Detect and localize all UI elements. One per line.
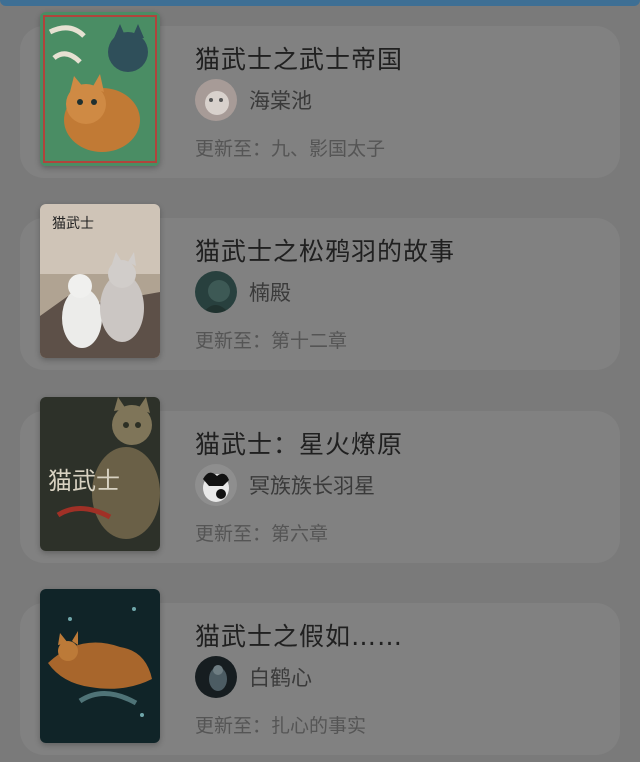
top-panel-edge [0,0,640,6]
avatar-image-icon [195,271,237,313]
book-card[interactable]: 猫武士 猫武士：星火燎原 冥族族长羽星 更新至：第六章 [20,397,620,563]
update-status: 更新至：扎心的事实 [195,711,366,738]
author-name: 冥族族长羽星 [249,474,375,498]
book-card[interactable]: 猫武士 猫武士之松鸦羽的故事 楠殿 更新至：第十二章 [20,204,620,370]
book-cover[interactable] [40,589,160,743]
update-status: 更新至：九、影国太子 [195,134,385,161]
avatar-image-icon [195,656,237,698]
book-title[interactable]: 猫武士：星火燎原 [195,425,403,461]
book-title[interactable]: 猫武士之假如…… [195,617,403,653]
author-avatar[interactable] [195,79,237,121]
update-prefix: 更新至： [195,330,272,352]
author-name: 楠殿 [249,281,291,305]
author-avatar[interactable] [195,656,237,698]
author-avatar[interactable] [195,464,237,506]
author-row[interactable]: 海棠池 [195,78,312,122]
cover-what-if-icon [40,589,160,743]
author-row[interactable]: 冥族族长羽星 [195,463,375,507]
author-name: 海棠池 [249,89,312,113]
author-row[interactable]: 白鹤心 [195,655,312,699]
avatar-image-icon [195,464,237,506]
book-title[interactable]: 猫武士之武士帝国 [195,40,403,76]
avatar-image-icon [195,79,237,121]
latest-chapter: 第十二章 [271,330,348,352]
book-cover[interactable]: 猫武士 [40,397,160,551]
latest-chapter: 扎心的事实 [271,715,367,737]
update-status: 更新至：第六章 [195,519,328,546]
book-title[interactable]: 猫武士之松鸦羽的故事 [195,232,455,268]
author-name: 白鹤心 [249,666,312,690]
update-prefix: 更新至： [195,715,272,737]
update-prefix: 更新至： [195,138,272,160]
svg-text:猫武士: 猫武士 [48,467,120,495]
book-card[interactable]: 猫武士之假如…… 白鹤心 更新至：扎心的事实 [20,589,620,755]
update-status: 更新至：第十二章 [195,326,347,353]
svg-text:猫武士: 猫武士 [52,216,94,232]
book-cover[interactable] [40,12,160,166]
cover-warrior-empire-icon [40,12,160,166]
author-avatar[interactable] [195,271,237,313]
author-row[interactable]: 楠殿 [195,270,291,314]
book-cover[interactable]: 猫武士 [40,204,160,358]
cover-starfire-icon: 猫武士 [40,397,160,551]
cover-jayfeather-story-icon: 猫武士 [40,204,160,358]
latest-chapter: 九、影国太子 [271,138,386,160]
book-list-screen: 猫武士之武士帝国 海棠池 更新至：九、影国太子 猫武士 猫武士之松鸦羽的故事 楠… [0,0,640,762]
book-card[interactable]: 猫武士之武士帝国 海棠池 更新至：九、影国太子 [20,12,620,178]
update-prefix: 更新至： [195,523,272,545]
latest-chapter: 第六章 [271,523,329,545]
